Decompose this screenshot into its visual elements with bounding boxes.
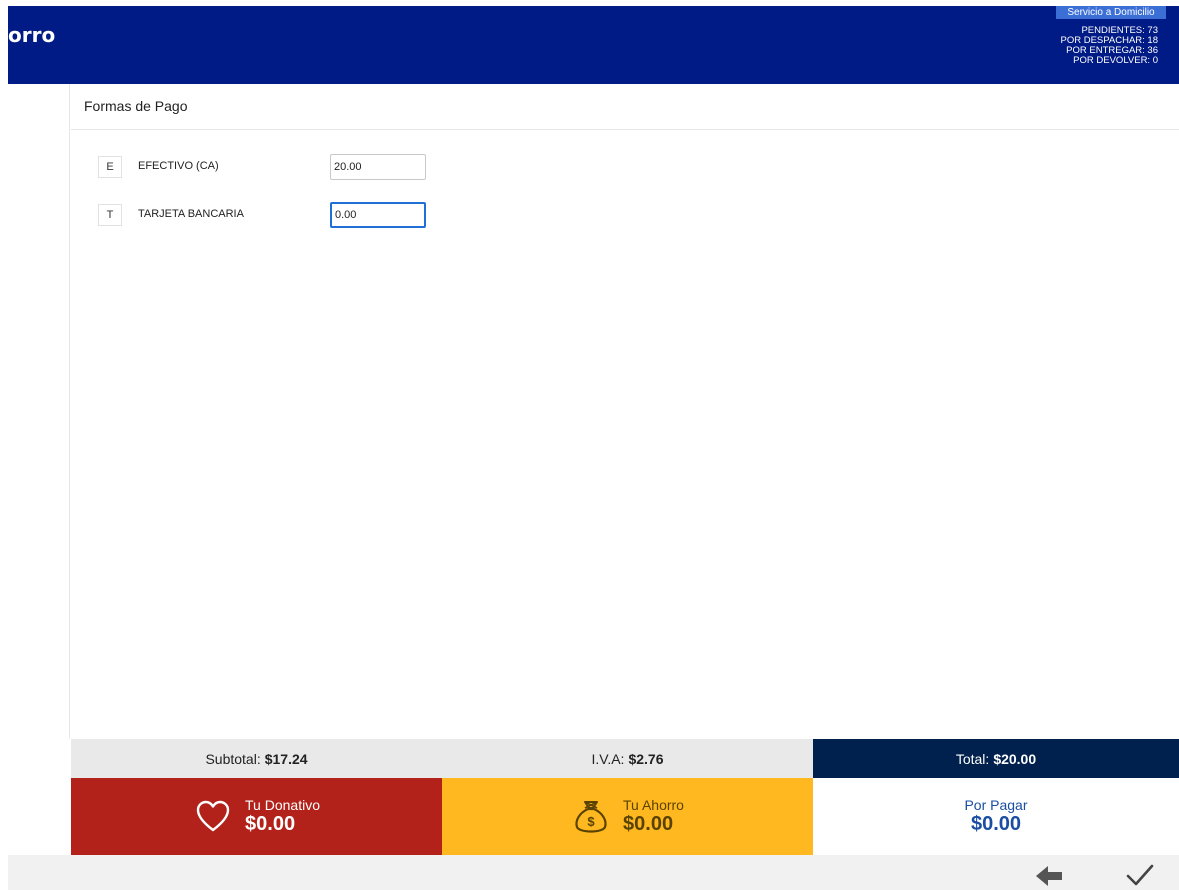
ahorro-panel[interactable]: $ Tu Ahorro $0.00 bbox=[442, 778, 813, 855]
ahorro-label: Tu Ahorro bbox=[623, 797, 684, 813]
donativo-label: Tu Donativo bbox=[245, 797, 320, 813]
iva-cell: I.V.A: $2.76 bbox=[442, 739, 813, 778]
arrow-left-icon[interactable] bbox=[1034, 863, 1064, 889]
iva-label: I.V.A: bbox=[591, 750, 625, 767]
service-badge[interactable]: Servicio a Domicilio bbox=[1056, 6, 1166, 19]
donativo-panel[interactable]: Tu Donativo $0.00 bbox=[71, 778, 442, 855]
por-pagar-panel: Por Pagar $0.00 bbox=[813, 778, 1179, 855]
total-value: $20.00 bbox=[993, 750, 1037, 767]
total-label: Total: bbox=[955, 750, 990, 767]
app-header: orro Servicio a Domicilio PENDIENTES: 73… bbox=[8, 6, 1179, 84]
subtotal-label: Subtotal: bbox=[205, 750, 261, 767]
summary-bar: Tu Donativo $0.00 $ Tu Ahorro $0.00 Por … bbox=[71, 778, 1179, 855]
money-bag-icon: $ bbox=[575, 800, 607, 833]
donativo-value: $0.00 bbox=[245, 813, 296, 835]
heart-icon bbox=[196, 800, 230, 831]
stat-por-devolver: POR DEVOLVER: 0 bbox=[1073, 55, 1158, 66]
footer-toolbar bbox=[8, 855, 1179, 890]
page: orro Servicio a Domicilio PENDIENTES: 73… bbox=[0, 0, 1179, 890]
section-title: Formas de Pago bbox=[84, 98, 188, 114]
ahorro-value: $0.00 bbox=[623, 813, 674, 835]
tarjeta-amount-input[interactable] bbox=[330, 202, 426, 228]
subtotal-value: $17.24 bbox=[264, 750, 308, 767]
iva-value: $2.76 bbox=[628, 750, 664, 767]
section-divider bbox=[71, 129, 1179, 130]
efectivo-amount-input[interactable] bbox=[330, 154, 426, 180]
totals-bar: Subtotal: $17.24 I.V.A: $2.76 Total: $20… bbox=[71, 739, 1179, 778]
payment-label: EFECTIVO (CA) bbox=[138, 160, 219, 172]
order-stats: PENDIENTES: 73 POR DESPACHAR: 18 POR ENT… bbox=[1061, 26, 1159, 66]
payment-key-badge[interactable]: T bbox=[98, 204, 122, 226]
subtotal-cell: Subtotal: $17.24 bbox=[71, 739, 442, 778]
por-pagar-label: Por Pagar bbox=[964, 797, 1028, 813]
payment-label: TARJETA BANCARIA bbox=[138, 208, 244, 220]
left-panel bbox=[0, 84, 70, 739]
total-cell: Total: $20.00 bbox=[813, 739, 1179, 778]
por-pagar-value: $0.00 bbox=[970, 813, 1022, 835]
checkmark-icon[interactable] bbox=[1125, 863, 1155, 889]
svg-text:$: $ bbox=[587, 814, 595, 829]
payment-key-badge[interactable]: E bbox=[98, 156, 122, 178]
brand-title: orro bbox=[8, 23, 56, 47]
